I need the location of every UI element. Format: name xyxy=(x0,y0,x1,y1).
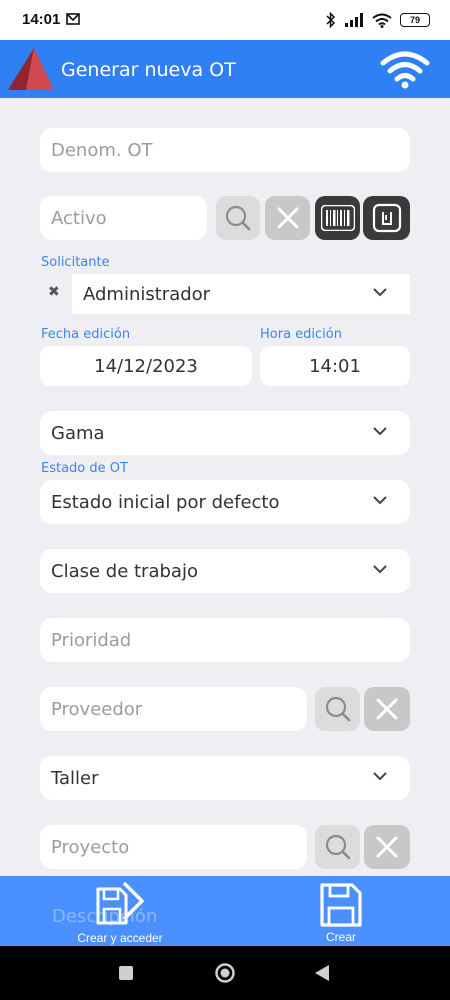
proveedor-input[interactable]: Proveedor xyxy=(40,687,307,731)
barcode-scan-button[interactable] xyxy=(315,196,360,240)
bluetooth-icon xyxy=(326,12,336,28)
page-title: Generar nueva OT xyxy=(61,59,236,81)
taller-select[interactable]: Taller xyxy=(40,756,410,800)
app-bar: Generar nueva OT xyxy=(0,40,450,98)
clase-trabajo-placeholder: Clase de trabajo xyxy=(51,560,198,582)
prioridad-input[interactable]: Prioridad xyxy=(40,618,410,662)
nfc-scan-button[interactable] xyxy=(363,196,410,240)
chevron-down-icon xyxy=(373,565,387,574)
proyecto-clear-button[interactable] xyxy=(364,825,410,869)
proyecto-placeholder: Proyecto xyxy=(51,836,130,858)
back-icon[interactable] xyxy=(314,964,330,982)
estado-ot-value: Estado inicial por defecto xyxy=(51,491,280,513)
activo-placeholder: Activo xyxy=(51,207,107,229)
denom-ot-input[interactable]: Denom. OT xyxy=(40,128,410,172)
wifi-status-icon xyxy=(372,13,392,28)
create-label: Crear xyxy=(325,930,356,944)
chevron-down-icon xyxy=(373,496,387,505)
clear-solicitante-icon[interactable]: ✖ xyxy=(48,284,60,300)
estado-ot-label: Estado de OT xyxy=(41,461,128,476)
recents-icon[interactable] xyxy=(118,965,134,981)
status-bar: 14:01 79 xyxy=(0,0,450,40)
system-nav-bar xyxy=(0,946,450,1000)
gama-select[interactable]: Gama xyxy=(40,411,410,455)
nfc-icon xyxy=(372,203,401,233)
search-icon xyxy=(225,205,251,231)
prioridad-placeholder: Prioridad xyxy=(51,629,132,651)
hora-edicion-input[interactable]: 14:01 xyxy=(260,346,410,386)
gama-placeholder: Gama xyxy=(51,422,105,444)
proveedor-search-button[interactable] xyxy=(315,687,360,731)
status-icons: 79 xyxy=(326,12,430,28)
chevron-down-icon xyxy=(373,427,387,436)
form-content: Denom. OT Activo Solicitante ✖ Administr… xyxy=(0,98,450,876)
create-button[interactable]: Crear xyxy=(305,876,377,946)
proveedor-clear-button[interactable] xyxy=(364,687,410,731)
wifi-sync-icon[interactable] xyxy=(380,49,430,89)
solicitante-label: Solicitante xyxy=(41,255,110,270)
close-icon xyxy=(376,698,398,720)
proyecto-search-button[interactable] xyxy=(315,825,360,869)
hora-edicion-label: Hora edición xyxy=(260,327,342,342)
chevron-down-icon xyxy=(373,772,387,781)
close-icon xyxy=(376,836,398,858)
status-time: 14:01 xyxy=(22,11,61,28)
search-icon xyxy=(325,696,350,722)
close-icon xyxy=(277,207,298,229)
proyecto-input[interactable]: Proyecto xyxy=(40,825,307,869)
search-icon xyxy=(325,834,350,860)
solicitante-select[interactable]: Administrador xyxy=(72,274,410,314)
activo-input[interactable]: Activo xyxy=(40,196,207,240)
estado-ot-select[interactable]: Estado inicial por defecto xyxy=(40,480,410,524)
battery-indicator: 79 xyxy=(400,13,430,27)
clase-trabajo-select[interactable]: Clase de trabajo xyxy=(40,549,410,593)
create-and-access-label: Crear y acceder xyxy=(77,931,163,945)
chevron-down-icon xyxy=(373,288,387,297)
bottom-action-bar: Descripción Crear y acceder Crear xyxy=(0,876,450,946)
barcode-icon xyxy=(320,205,355,231)
taller-placeholder: Taller xyxy=(51,767,99,789)
mail-notification-icon xyxy=(66,13,80,25)
proveedor-placeholder: Proveedor xyxy=(51,698,143,720)
save-icon xyxy=(320,883,362,927)
save-forward-icon xyxy=(96,881,144,925)
denom-ot-placeholder: Denom. OT xyxy=(51,139,153,161)
activo-clear-button[interactable] xyxy=(265,196,310,240)
signal-icon xyxy=(345,13,363,27)
create-and-access-button[interactable]: Crear y acceder xyxy=(70,876,170,946)
activo-search-button[interactable] xyxy=(216,196,260,240)
fecha-edicion-value: 14/12/2023 xyxy=(94,355,198,377)
fecha-edicion-label: Fecha edición xyxy=(41,327,131,342)
solicitante-value: Administrador xyxy=(83,283,211,305)
app-logo-icon xyxy=(8,48,54,90)
home-icon[interactable] xyxy=(214,962,236,984)
fecha-edicion-input[interactable]: 14/12/2023 xyxy=(40,346,252,386)
hora-edicion-value: 14:01 xyxy=(309,355,361,377)
